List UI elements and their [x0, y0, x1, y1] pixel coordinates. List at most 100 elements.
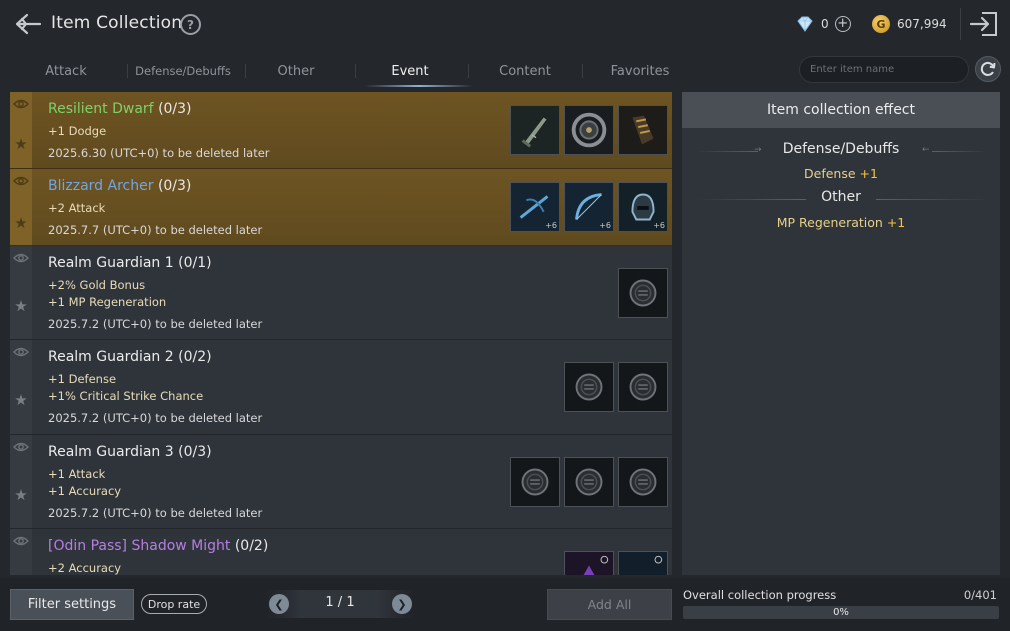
item-slot[interactable]	[564, 362, 614, 412]
page-title: Item Collection	[51, 13, 183, 33]
gold-count: 607,994	[897, 17, 947, 31]
item-slot[interactable]	[510, 105, 560, 155]
eye-icon[interactable]	[13, 535, 29, 547]
effect-value: MP Regeneration +1	[776, 215, 906, 230]
row-sidebar: ★	[10, 246, 32, 339]
progress-label: Overall collection progress	[683, 588, 837, 602]
row-sidebar: ★	[10, 340, 32, 434]
divider-line	[932, 151, 988, 152]
item-slot[interactable]: +6	[618, 182, 668, 232]
collection-deadline: 2025.7.7 (UTC+0) to be deleted later	[48, 223, 263, 237]
collection-row[interactable]: ★ Blizzard Archer (0/3) +2 Attack 2025.7…	[10, 169, 672, 246]
enhance-level: +6	[599, 221, 611, 230]
collection-name: Resilient Dwarf (0/3)	[48, 101, 192, 117]
collection-stat: +1 Attack	[48, 467, 106, 481]
favorite-star-icon[interactable]: ★	[13, 136, 29, 152]
category-tabs: Attack Defense/Debuffs Other Event Conte…	[10, 56, 675, 88]
top-bar: Item Collection ? 0 + G 607,994	[0, 0, 1010, 50]
collection-row[interactable]: ★ Resilient Dwarf (0/3) +1 Dodge 2025.6.…	[10, 92, 672, 169]
coin-icon	[565, 458, 613, 506]
item-slot[interactable]	[618, 551, 668, 575]
collection-deadline: 2025.7.2 (UTC+0) to be deleted later	[48, 506, 263, 520]
dagger-icon	[511, 106, 559, 154]
row-sidebar	[10, 529, 32, 575]
favorite-star-icon[interactable]: ★	[13, 487, 29, 503]
collection-name: Blizzard Archer (0/3)	[48, 178, 192, 194]
eye-icon[interactable]	[13, 175, 29, 187]
diamond-icon	[797, 16, 813, 32]
item-slot[interactable]	[564, 551, 614, 575]
collection-deadline: 2025.7.2 (UTC+0) to be deleted later	[48, 411, 263, 425]
search-input[interactable]	[800, 57, 968, 82]
prev-page-icon[interactable]: ❮	[269, 594, 289, 614]
active-tab-indicator	[365, 85, 473, 87]
item-slot[interactable]	[564, 105, 614, 155]
exit-icon[interactable]	[968, 10, 1000, 38]
item-slot[interactable]	[618, 457, 668, 507]
enhance-level: +6	[545, 221, 557, 230]
collection-row[interactable]: ★ Realm Guardian 2 (0/2) +1 Defense +1% …	[10, 340, 672, 435]
row-sidebar: ★	[10, 435, 32, 528]
tab-favorites[interactable]: Favorites	[586, 56, 694, 86]
collection-stat: +2 Attack	[48, 201, 106, 215]
gold-coin-icon: G	[872, 15, 890, 33]
collection-row[interactable]: ★ Realm Guardian 3 (0/3) +1 Attack +1 Ac…	[10, 435, 672, 529]
refresh-icon[interactable]	[975, 56, 1001, 82]
page-indicator: 1 / 1	[325, 595, 355, 610]
favorite-star-icon[interactable]: ★	[13, 298, 29, 314]
tab-defense-debuffs[interactable]: Defense/Debuffs	[128, 56, 238, 86]
next-page-icon[interactable]: ❯	[392, 594, 412, 614]
enhance-level: +6	[653, 221, 665, 230]
collection-name: [Odin Pass] Shadow Might (0/2)	[48, 538, 269, 554]
coin-icon	[619, 458, 667, 506]
gauntlet-icon	[619, 106, 667, 154]
shield-ring-icon	[565, 106, 613, 154]
diamond-balance: 0 +	[795, 13, 851, 35]
bottom-bar: Filter settings Drop rate ❮ 1 / 1 ❯ Add …	[0, 578, 1010, 631]
item-slot[interactable]: +6	[564, 182, 614, 232]
tab-separator	[582, 64, 583, 78]
item-slot[interactable]	[618, 362, 668, 412]
row-sidebar: ★	[10, 92, 32, 168]
eye-icon[interactable]	[13, 252, 29, 264]
progress-percent: 0%	[833, 607, 849, 618]
coin-icon	[619, 269, 667, 317]
favorite-star-icon[interactable]: ★	[13, 392, 29, 408]
tab-event[interactable]: Event	[356, 56, 464, 86]
search-box	[799, 56, 969, 83]
tab-attack[interactable]: Attack	[10, 56, 122, 86]
collection-row[interactable]: ★ Realm Guardian 1 (0/1) +2% Gold Bonus …	[10, 246, 672, 340]
add-diamond-button[interactable]: +	[834, 16, 851, 32]
help-icon[interactable]: ?	[180, 14, 201, 35]
header-divider	[960, 8, 961, 40]
eye-icon[interactable]	[13, 98, 29, 110]
item-slot[interactable]: +6	[510, 182, 560, 232]
add-all-button[interactable]: Add All	[547, 589, 672, 620]
tab-content[interactable]: Content	[471, 56, 579, 86]
item-slot[interactable]	[510, 457, 560, 507]
collection-deadline: 2025.7.2 (UTC+0) to be deleted later	[48, 317, 263, 331]
item-slot[interactable]	[564, 457, 614, 507]
collection-stat: +2 Accuracy	[48, 561, 122, 575]
item-slot[interactable]	[618, 268, 668, 318]
effect-value: Defense +1	[804, 166, 878, 181]
drop-rate-button[interactable]: Drop rate	[141, 594, 207, 614]
filter-settings-button[interactable]: Filter settings	[10, 589, 134, 620]
collection-list[interactable]: ★ Resilient Dwarf (0/3) +1 Dodge 2025.6.…	[10, 92, 672, 575]
back-arrow-icon[interactable]	[12, 10, 44, 38]
favorite-star-icon[interactable]: ★	[13, 215, 29, 231]
tab-separator	[468, 64, 469, 78]
eye-icon[interactable]	[13, 441, 29, 453]
collection-name: Realm Guardian 2 (0/2)	[48, 349, 212, 365]
row-sidebar: ★	[10, 169, 32, 245]
collection-stat: +1 Defense	[48, 372, 117, 386]
collection-deadline: 2025.6.30 (UTC+0) to be deleted later	[48, 146, 270, 160]
tab-other[interactable]: Other	[242, 56, 350, 86]
item-slot[interactable]	[618, 105, 668, 155]
eye-icon[interactable]	[13, 346, 29, 358]
collection-stat: +1 MP Regeneration	[48, 295, 167, 309]
diamond-count: 0	[821, 17, 829, 31]
collection-stat: +1 Accuracy	[48, 484, 122, 498]
collection-effect-panel: Item collection effect → Defense/Debuffs…	[682, 92, 1000, 575]
collection-row[interactable]: [Odin Pass] Shadow Might (0/2) +2 Accura…	[10, 529, 672, 575]
